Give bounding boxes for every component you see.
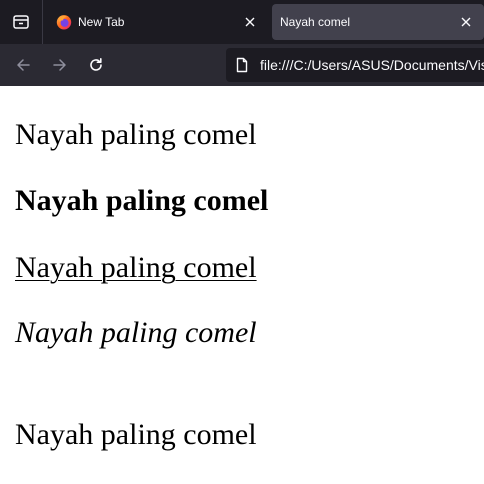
- underlined-text-line: Nayah paling comel: [15, 251, 257, 284]
- document-icon: [236, 57, 248, 73]
- plain-text-line: Nayah paling comel: [15, 118, 257, 151]
- arrow-left-icon: [17, 59, 30, 71]
- tab-label: New Tab: [78, 15, 125, 29]
- arrow-right-icon: [53, 59, 66, 71]
- tab-separator: [42, 0, 43, 44]
- close-tab-button[interactable]: [454, 10, 478, 34]
- tab-new-tab[interactable]: New Tab: [46, 4, 268, 40]
- close-icon: [245, 17, 255, 27]
- close-tab-button[interactable]: [238, 10, 262, 34]
- italic-text-line: Nayah paling comel: [15, 316, 257, 349]
- tab-nayah-comel[interactable]: Nayah comel: [272, 4, 484, 40]
- reload-button[interactable]: [81, 50, 111, 80]
- tab-tray-icon: [13, 15, 29, 29]
- reload-icon: [90, 58, 102, 71]
- bold-text-line: Nayah paling comel: [15, 184, 269, 217]
- back-button[interactable]: [8, 50, 38, 80]
- tab-strip: New Tab Nayah comel: [0, 0, 484, 44]
- firefox-icon: [56, 15, 72, 30]
- list-all-tabs-button[interactable]: [0, 0, 42, 44]
- plain-text-line-2: Nayah paling comel: [15, 418, 257, 451]
- address-bar[interactable]: file:///C:/Users/ASUS/Documents/Visu: [226, 48, 484, 82]
- url-text[interactable]: file:///C:/Users/ASUS/Documents/Visu: [260, 57, 484, 73]
- tab-label: Nayah comel: [280, 15, 351, 29]
- navigation-toolbar: file:///C:/Users/ASUS/Documents/Visu: [0, 44, 484, 86]
- page-content: Nayah paling comel Nayah paling comel Na…: [0, 86, 484, 484]
- forward-button[interactable]: [45, 50, 75, 80]
- close-icon: [461, 17, 471, 27]
